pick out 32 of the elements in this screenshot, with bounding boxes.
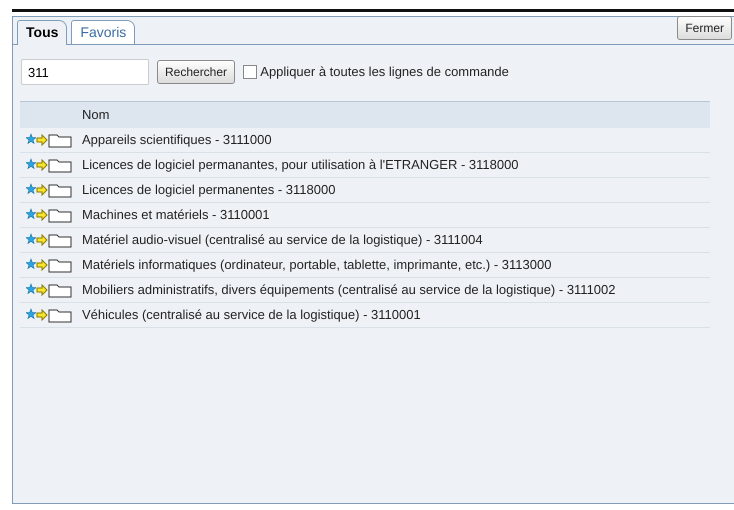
checkbox-label: Appliquer à toutes les lignes de commande: [260, 63, 509, 82]
arrow-icon: [36, 156, 48, 172]
table-cell-text: Matériels informatiques (ordinateur, portable, tablette, imprimante, etc.) - 3113000: [82, 256, 552, 274]
arrow-icon: [36, 306, 48, 322]
folder-icon: [48, 232, 72, 248]
close-button[interactable]: Fermer: [677, 16, 732, 40]
folder-icon: [48, 306, 72, 322]
table-cell-text: Licences de logiciel permanentes - 3118000: [82, 180, 336, 199]
folder-icon: [48, 282, 72, 298]
arrow-icon: [36, 132, 48, 148]
folder-icon: [48, 156, 72, 172]
table-cell-text: Licences de logiciel permanantes, pour utilisation à l'ETRANGER - 3118000: [82, 156, 519, 174]
arrow-icon: [36, 282, 48, 298]
folder-icon: [48, 206, 72, 222]
tab[interactable]: Tous: [17, 20, 68, 45]
tab[interactable]: Favoris: [71, 20, 136, 44]
arrow-icon: [36, 232, 48, 248]
search-field[interactable]: 311: [21, 59, 149, 85]
table-cell-text: Matériel audio-visuel (centralisé au service de la logistique) - 3111004: [82, 230, 483, 249]
table-cell-text: Machines et matériels - 3110001: [82, 206, 270, 224]
folder-icon: [48, 132, 72, 148]
arrow-icon: [36, 206, 48, 222]
search-button[interactable]: Rechercher: [157, 60, 236, 84]
folder-icon: [48, 256, 72, 272]
arrow-icon: [36, 182, 48, 198]
column-header: Nom: [82, 107, 110, 122]
table-cell-text: Véhicules (centralisé au service de la logistique) - 3110001: [82, 306, 421, 324]
checkbox[interactable]: [243, 65, 258, 79]
folder-icon: [48, 182, 72, 198]
table-cell-text: Appareils scientifiques - 3111000: [82, 130, 272, 149]
arrow-icon: [36, 256, 48, 272]
table-cell-text: Mobiliers administratifs, divers équipements (centralisé au service de la logistique) - 3111002: [82, 280, 616, 299]
